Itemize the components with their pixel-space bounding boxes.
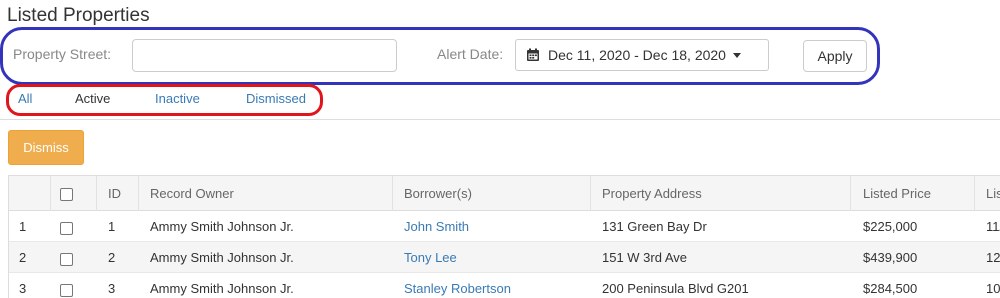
column-divider (96, 176, 97, 211)
row-select-cell (60, 273, 73, 298)
row-checkbox[interactable] (60, 221, 73, 235)
row-property-address: 151 W 3rd Ave (602, 249, 688, 265)
table-row: 2 2 Ammy Smith Johnson Jr. Tony Lee 151 … (9, 242, 1000, 273)
column-header-listed-date[interactable]: Lis (986, 176, 1000, 210)
row-record-owner: Ammy Smith Johnson Jr. (150, 280, 294, 296)
calendar-icon (527, 48, 539, 61)
alert-date-picker[interactable]: Dec 11, 2020 - Dec 18, 2020 (515, 39, 769, 71)
row-select-cell (60, 211, 73, 241)
properties-table: ID Record Owner Borrower(s) Property Add… (8, 175, 1000, 298)
column-header-id[interactable]: ID (108, 176, 121, 210)
page-title: Listed Properties (7, 5, 150, 26)
dismiss-button[interactable]: Dismiss (8, 130, 84, 165)
property-street-label: Property Street: (13, 46, 112, 62)
table-header-row: ID Record Owner Borrower(s) Property Add… (9, 176, 1000, 211)
column-divider (50, 176, 51, 211)
row-property-address: 131 Green Bay Dr (602, 218, 707, 234)
table-row: 3 3 Ammy Smith Johnson Jr. Stanley Rober… (9, 273, 1000, 298)
column-divider (850, 176, 851, 211)
column-divider (392, 176, 393, 211)
divider (0, 119, 1000, 120)
column-divider (590, 176, 591, 211)
alert-date-label: Alert Date: (437, 46, 504, 62)
row-id: 2 (108, 249, 116, 265)
row-checkbox[interactable] (60, 252, 73, 266)
select-all-cell (60, 176, 73, 210)
column-header-borrowers[interactable]: Borrower(s) (404, 176, 472, 210)
property-street-input[interactable] (132, 39, 397, 72)
row-number: 1 (19, 218, 27, 234)
row-listed-date: 10/ (986, 280, 1000, 296)
tab-all[interactable]: All (18, 91, 32, 106)
row-listed-date: 12/ (986, 249, 1000, 265)
row-borrower-link[interactable]: Stanley Robertson (404, 273, 511, 298)
row-listed-price: $439,900 (863, 249, 918, 265)
row-property-address: 200 Peninsula Blvd G201 (602, 280, 749, 296)
column-header-listed-price[interactable]: Listed Price (863, 176, 931, 210)
row-record-owner: Ammy Smith Johnson Jr. (150, 218, 294, 234)
column-divider (974, 176, 975, 211)
column-header-property-address[interactable]: Property Address (602, 176, 702, 210)
row-number: 2 (19, 249, 27, 265)
caret-down-icon (732, 52, 741, 58)
tab-active[interactable]: Active (75, 91, 110, 106)
select-all-checkbox[interactable] (60, 187, 73, 201)
tab-inactive[interactable]: Inactive (155, 91, 200, 106)
table-row: 1 1 Ammy Smith Johnson Jr. John Smith 13… (9, 211, 1000, 242)
row-number: 3 (19, 280, 27, 296)
row-listed-date: 11/2 (986, 218, 1000, 234)
row-id: 1 (108, 218, 116, 234)
row-record-owner: Ammy Smith Johnson Jr. (150, 249, 294, 265)
row-listed-price: $225,000 (863, 218, 918, 234)
row-id: 3 (108, 280, 116, 296)
apply-button[interactable]: Apply (803, 40, 867, 72)
row-select-cell (60, 242, 73, 272)
tab-dismissed[interactable]: Dismissed (246, 91, 306, 106)
row-borrower-link[interactable]: Tony Lee (404, 242, 457, 272)
row-checkbox[interactable] (60, 283, 73, 297)
alert-date-value: Dec 11, 2020 - Dec 18, 2020 (548, 47, 726, 63)
row-listed-price: $284,500 (863, 280, 918, 296)
column-header-record-owner[interactable]: Record Owner (150, 176, 234, 210)
column-divider (138, 176, 139, 211)
row-borrower-link[interactable]: John Smith (404, 211, 469, 241)
